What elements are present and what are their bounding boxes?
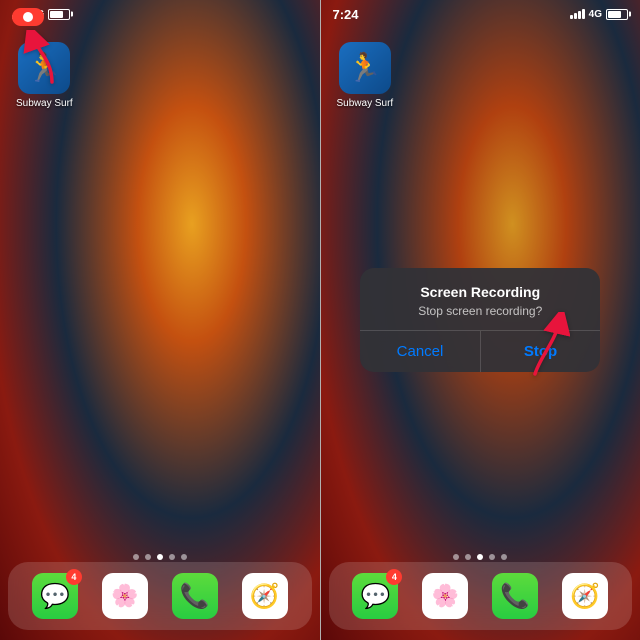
- dot-3: [169, 554, 175, 560]
- dot-0: [133, 554, 139, 560]
- safari-icon-left[interactable]: 🧭: [242, 573, 288, 619]
- battery-icon: [48, 9, 70, 20]
- left-panel: 4G 🏃 Subway Surf: [0, 0, 320, 640]
- dialog-title: Screen Recording: [376, 284, 584, 300]
- battery-fill: [50, 11, 63, 18]
- photos-icon-left[interactable]: 🌸: [102, 573, 148, 619]
- recording-dot: [23, 12, 33, 22]
- dot-4: [181, 554, 187, 560]
- right-panel: 7:24 4G 🏃 Subway Surf: [321, 0, 640, 640]
- messages-badge-left: 4: [66, 569, 82, 585]
- app-label-left: Subway Surf: [16, 98, 73, 109]
- arrow-stop: [515, 312, 570, 382]
- messages-icon-left[interactable]: 💬 4: [32, 573, 78, 619]
- phone-icon-left[interactable]: 📞: [172, 573, 218, 619]
- dock-left: 💬 4 🌸 📞 🧭: [8, 562, 312, 630]
- dot-2-active: [157, 554, 163, 560]
- dot-1: [145, 554, 151, 560]
- status-bar-left: 4G: [0, 0, 320, 28]
- arrow-up-left: [22, 30, 72, 90]
- page-dots-left: [0, 554, 320, 560]
- cancel-button[interactable]: Cancel: [360, 331, 481, 372]
- dialog-overlay: Screen Recording Stop screen recording? …: [321, 0, 640, 640]
- recording-indicator[interactable]: [12, 8, 44, 26]
